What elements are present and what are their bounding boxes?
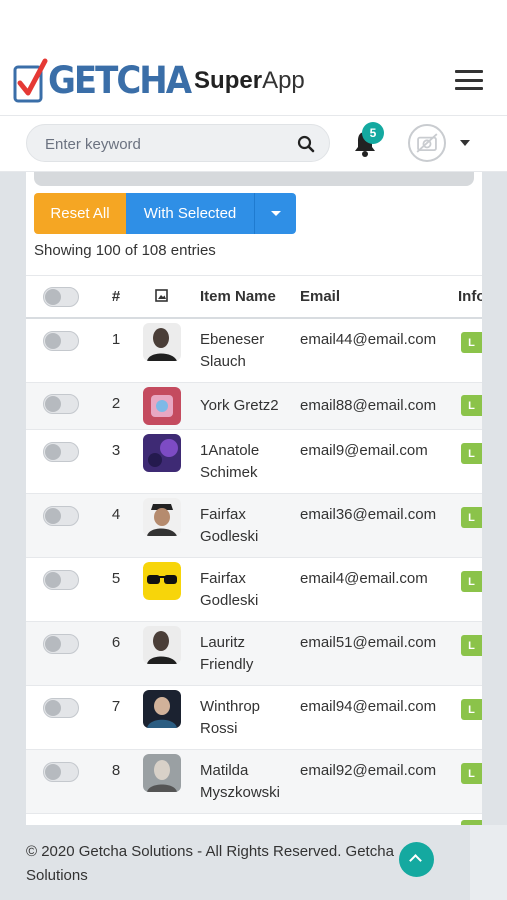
row-number: 3 [111, 442, 121, 459]
table-row[interactable]: 1 Ebeneser Slauch email44@email.com L [26, 319, 482, 383]
copyright-text: © 2020 Getcha Solutions - All Rights Res… [26, 843, 394, 884]
row-item-name: York Gretz2 [200, 397, 279, 414]
column-item-name[interactable]: Item Name [200, 288, 276, 305]
search-bar: 5 [0, 116, 507, 172]
brand-app: App [262, 67, 305, 94]
no-camera-avatar-icon[interactable] [408, 124, 446, 162]
row-email: email51@email.com [300, 634, 437, 651]
row-email: email4@email.com [300, 570, 428, 587]
search-icon[interactable] [297, 135, 315, 153]
row-email: email92@email.com [300, 762, 437, 779]
brand-super: Super [194, 67, 263, 94]
search-box [26, 124, 330, 162]
select-all-toggle[interactable] [43, 287, 79, 307]
chevron-down-icon [271, 211, 281, 216]
row-number: 2 [111, 395, 121, 412]
row-number: 5 [111, 570, 121, 587]
table-header: # Item Name Email Info [26, 275, 482, 319]
row-email: email94@email.com [300, 698, 437, 715]
row-select-toggle[interactable] [43, 634, 79, 654]
user-menu-caret-icon[interactable] [460, 140, 470, 146]
item-thumbnail [143, 323, 181, 361]
image-icon [155, 289, 168, 302]
row-info-label: L [461, 635, 482, 656]
row-item-name: Ebeneser Slauch [200, 331, 265, 370]
row-item-name: 1Anatole Schimek [200, 442, 260, 481]
row-select-toggle[interactable] [43, 506, 79, 526]
row-info-label: L [461, 571, 482, 592]
column-email[interactable]: Email [300, 288, 340, 305]
row-select-toggle[interactable] [43, 698, 79, 718]
item-thumbnail [143, 562, 181, 600]
with-selected-button[interactable]: With Selected [126, 193, 254, 234]
chevron-up-icon [409, 854, 422, 867]
row-number: 4 [111, 506, 121, 523]
row-select-toggle[interactable] [43, 762, 79, 782]
column-info[interactable]: Info [458, 288, 482, 305]
item-thumbnail [143, 690, 181, 728]
hamburger-menu-button[interactable] [455, 70, 483, 90]
row-item-name: Lauritz Friendly [200, 634, 254, 673]
row-item-name: Fairfax Godleski [200, 570, 259, 609]
entries-count: Showing 100 of 108 entries [34, 242, 216, 259]
row-info-label: L [461, 443, 482, 464]
column-number[interactable]: # [106, 288, 126, 305]
app-header: GETCHA Super App [0, 0, 507, 116]
row-email: email36@email.com [300, 506, 437, 523]
main-panel: Reset All With Selected Showing 100 of 1… [26, 172, 482, 900]
row-email: email88@email.com [300, 397, 437, 414]
row-info-label: L [461, 395, 482, 416]
row-select-toggle[interactable] [43, 570, 79, 590]
row-number: 8 [111, 762, 121, 779]
row-info-label: L [461, 507, 482, 528]
row-number: 7 [111, 698, 121, 715]
item-thumbnail [143, 498, 181, 536]
search-input[interactable] [45, 133, 285, 155]
scroll-to-top-button[interactable] [399, 842, 434, 877]
brand-logo[interactable]: GETCHA Super App [12, 56, 305, 106]
row-number: 1 [111, 331, 121, 348]
table-row[interactable]: 8 Matilda Myszkowski email92@email.com L [26, 750, 482, 814]
page-gutter [470, 825, 507, 900]
item-thumbnail [143, 626, 181, 664]
table-row[interactable]: 7 Winthrop Rossi email94@email.com L [26, 686, 482, 750]
table-row[interactable]: 3 1Anatole Schimek email9@email.com L [26, 430, 482, 494]
row-select-toggle[interactable] [43, 331, 79, 351]
row-item-name: Matilda Myszkowski [200, 762, 281, 801]
with-selected-dropdown-button[interactable] [254, 193, 296, 234]
checkmark-logo-icon [13, 58, 48, 103]
item-thumbnail [143, 754, 181, 792]
hamburger-icon [455, 70, 483, 73]
row-number: 6 [111, 634, 121, 651]
row-info-label: L [461, 332, 482, 353]
row-info-label: L [461, 763, 482, 784]
table-row[interactable]: 6 Lauritz Friendly email51@email.com L [26, 622, 482, 686]
row-info-label: L [461, 699, 482, 720]
row-email: email44@email.com [300, 331, 437, 348]
reset-all-button[interactable]: Reset All [34, 193, 126, 234]
row-select-toggle[interactable] [43, 394, 79, 414]
item-thumbnail [143, 387, 181, 425]
item-thumbnail [143, 434, 181, 472]
row-email: email9@email.com [300, 442, 428, 459]
items-table: # Item Name Email Info 1 Ebeneser Slauch… [26, 275, 482, 841]
table-row[interactable]: 2 York Gretz2 email88@email.com L [26, 383, 482, 430]
table-row[interactable]: 5 Fairfax Godleski email4@email.com L [26, 558, 482, 622]
row-item-name: Fairfax Godleski [200, 506, 259, 545]
brand-logo-text: GETCHA [48, 59, 192, 103]
table-row[interactable]: 4 Fairfax Godleski email36@email.com L [26, 494, 482, 558]
row-select-toggle[interactable] [43, 442, 79, 462]
notification-badge: 5 [362, 122, 384, 144]
panel-divider [34, 172, 474, 186]
row-item-name: Winthrop Rossi [200, 698, 261, 737]
